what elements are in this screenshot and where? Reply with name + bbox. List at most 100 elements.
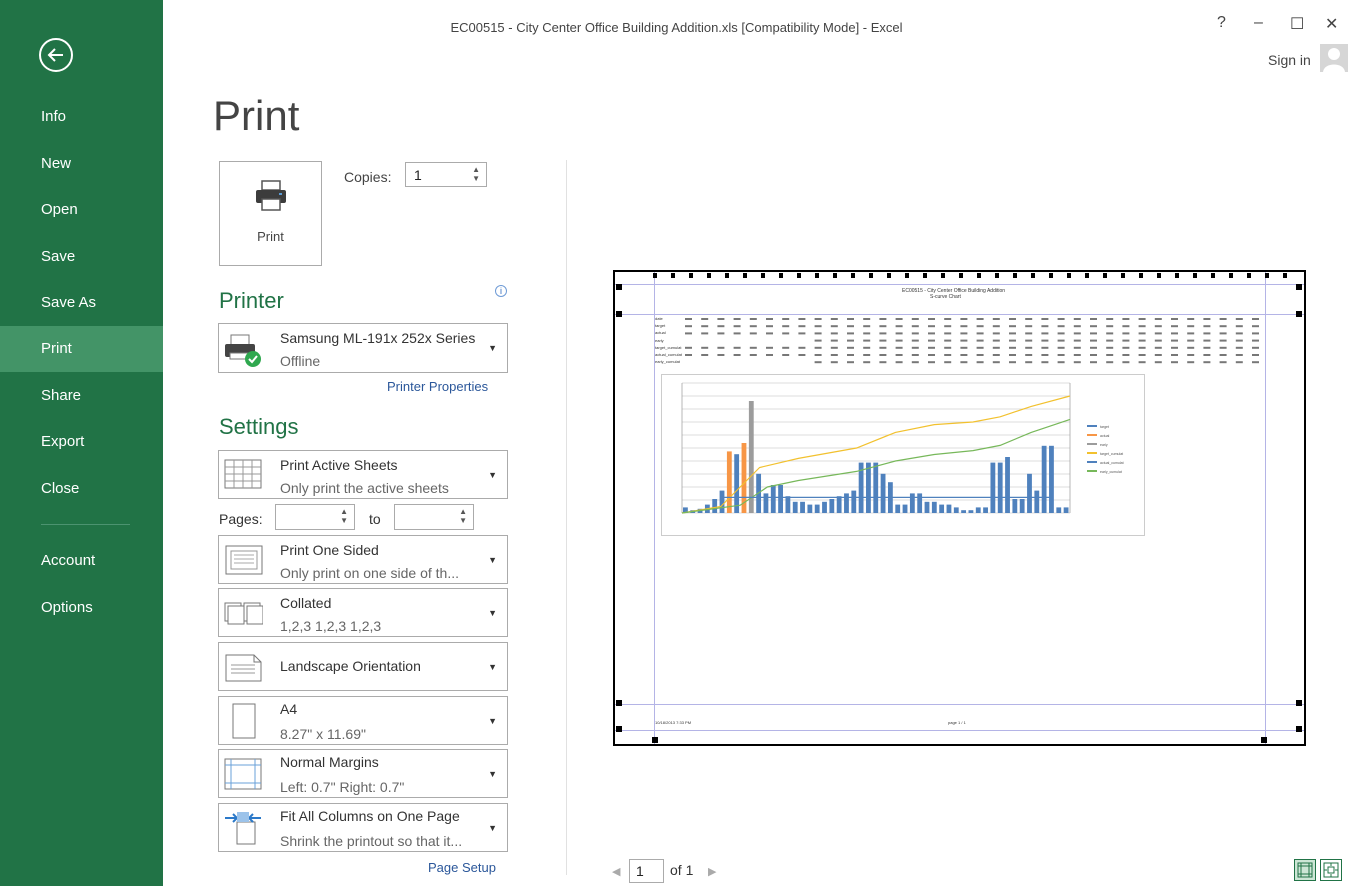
table-cell bbox=[928, 361, 935, 364]
spin-arrows-icon[interactable]: ▲ ▼ bbox=[340, 507, 348, 525]
margin-handle[interactable] bbox=[616, 311, 622, 317]
chevron-down-icon: ▼ bbox=[488, 470, 497, 480]
column-handle[interactable] bbox=[1085, 273, 1089, 278]
margin-handle[interactable] bbox=[1261, 737, 1267, 743]
column-handle[interactable] bbox=[1121, 273, 1125, 278]
margins-dropdown[interactable]: Normal Margins Left: 0.7" Right: 0.7" ▼ bbox=[218, 749, 508, 798]
scaling-dropdown[interactable]: Fit All Columns on One Page Shrink the p… bbox=[218, 803, 508, 852]
nav-account[interactable]: Account bbox=[0, 538, 163, 584]
setting-subtitle: 1,2,3 1,2,3 1,2,3 bbox=[280, 618, 382, 634]
column-handle[interactable] bbox=[1157, 273, 1161, 278]
prev-page-icon[interactable]: ◀ bbox=[612, 865, 620, 878]
margin-handle[interactable] bbox=[1296, 284, 1302, 290]
copies-stepper[interactable]: 1 ▲ ▼ bbox=[405, 162, 487, 187]
printer-properties-link[interactable]: Printer Properties bbox=[387, 379, 488, 394]
column-handle[interactable] bbox=[779, 273, 783, 278]
column-handle[interactable] bbox=[1175, 273, 1179, 278]
column-handle[interactable] bbox=[1211, 273, 1215, 278]
help-button[interactable]: ? bbox=[1217, 14, 1226, 32]
column-handle[interactable] bbox=[941, 273, 945, 278]
nav-open[interactable]: Open bbox=[0, 187, 163, 233]
back-arrow-icon[interactable] bbox=[39, 38, 73, 72]
nav-save-as[interactable]: Save As bbox=[0, 280, 163, 326]
column-handle[interactable] bbox=[1247, 273, 1251, 278]
pages-to-input[interactable]: ▲ ▼ bbox=[394, 504, 474, 530]
page-setup-link[interactable]: Page Setup bbox=[428, 860, 496, 875]
column-handle[interactable] bbox=[851, 273, 855, 278]
print-what-dropdown[interactable]: Print Active Sheets Only print the activ… bbox=[218, 450, 508, 499]
column-handle[interactable] bbox=[1193, 273, 1197, 278]
column-handle[interactable] bbox=[1265, 273, 1269, 278]
show-margins-button[interactable] bbox=[1294, 859, 1316, 881]
margin-handle[interactable] bbox=[616, 700, 622, 706]
column-handle[interactable] bbox=[1031, 273, 1035, 278]
column-handle[interactable] bbox=[743, 273, 747, 278]
column-handle[interactable] bbox=[869, 273, 873, 278]
window-title: EC00515 - City Center Office Building Ad… bbox=[450, 20, 903, 35]
table-cell bbox=[1106, 339, 1114, 342]
margin-handle[interactable] bbox=[1296, 726, 1302, 732]
column-handle[interactable] bbox=[1049, 273, 1053, 278]
avatar-icon[interactable] bbox=[1320, 44, 1348, 72]
column-handle[interactable] bbox=[1229, 273, 1233, 278]
column-handle[interactable] bbox=[1103, 273, 1107, 278]
column-handle[interactable] bbox=[1013, 273, 1017, 278]
zoom-to-page-button[interactable] bbox=[1320, 859, 1342, 881]
sign-in-link[interactable]: Sign in bbox=[1268, 52, 1311, 68]
chart-bar bbox=[946, 504, 952, 513]
close-button[interactable]: ✕ bbox=[1325, 14, 1338, 34]
nav-export[interactable]: Export bbox=[0, 419, 163, 465]
nav-new[interactable]: New bbox=[0, 141, 163, 187]
table-cell bbox=[733, 318, 741, 320]
column-handle[interactable] bbox=[1067, 273, 1071, 278]
margin-handle[interactable] bbox=[616, 726, 622, 732]
nav-share[interactable]: Share bbox=[0, 373, 163, 419]
sides-dropdown[interactable]: Print One Sided Only print on one side o… bbox=[218, 535, 508, 584]
collation-dropdown[interactable]: Collated 1,2,3 1,2,3 1,2,3 ▼ bbox=[218, 588, 508, 637]
nav-save[interactable]: Save bbox=[0, 234, 163, 280]
minimize-button[interactable]: – bbox=[1254, 14, 1263, 32]
next-page-icon[interactable]: ▶ bbox=[708, 865, 716, 878]
column-handle[interactable] bbox=[923, 273, 927, 278]
column-handle[interactable] bbox=[1139, 273, 1143, 278]
column-handle[interactable] bbox=[815, 273, 819, 278]
column-handle[interactable] bbox=[653, 273, 657, 278]
margin-handle[interactable] bbox=[1296, 311, 1302, 317]
table-cell bbox=[976, 318, 984, 320]
print-button[interactable]: Print bbox=[219, 161, 322, 266]
column-handle[interactable] bbox=[671, 273, 675, 278]
column-handle[interactable] bbox=[689, 273, 693, 278]
column-handle[interactable] bbox=[797, 273, 801, 278]
nav-print[interactable]: Print bbox=[0, 326, 163, 372]
setting-title: Collated bbox=[280, 595, 332, 611]
page-number-input[interactable]: 1 bbox=[629, 859, 664, 883]
column-handle[interactable] bbox=[995, 273, 999, 278]
printer-dropdown[interactable]: Samsung ML-191x 252x Series Offline ▼ bbox=[218, 323, 508, 373]
margin-handle[interactable] bbox=[652, 737, 658, 743]
nav-close[interactable]: Close bbox=[0, 466, 163, 512]
paper-size-dropdown[interactable]: A4 8.27" x 11.69" ▼ bbox=[218, 696, 508, 745]
pages-from-input[interactable]: ▲ ▼ bbox=[275, 504, 355, 530]
spin-arrows-icon[interactable]: ▲ ▼ bbox=[459, 507, 467, 525]
column-handle[interactable] bbox=[761, 273, 765, 278]
column-handle[interactable] bbox=[905, 273, 909, 278]
orientation-dropdown[interactable]: Landscape Orientation ▼ bbox=[218, 642, 508, 691]
column-handle[interactable] bbox=[833, 273, 837, 278]
margin-handle[interactable] bbox=[1296, 700, 1302, 706]
column-handle[interactable] bbox=[1283, 273, 1287, 278]
nav-info[interactable]: Info bbox=[0, 94, 163, 140]
maximize-button[interactable]: ☐ bbox=[1290, 14, 1304, 34]
column-handle[interactable] bbox=[725, 273, 729, 278]
nav-options[interactable]: Options bbox=[0, 585, 163, 631]
table-cell bbox=[1187, 325, 1195, 328]
table-cell bbox=[1106, 318, 1114, 320]
info-icon[interactable]: i bbox=[495, 285, 507, 297]
table-cell bbox=[863, 339, 871, 342]
column-handle[interactable] bbox=[959, 273, 963, 278]
margin-handle[interactable] bbox=[616, 284, 622, 290]
column-handle[interactable] bbox=[977, 273, 981, 278]
spin-arrows-icon[interactable]: ▲ ▼ bbox=[472, 165, 480, 183]
column-handle[interactable] bbox=[887, 273, 891, 278]
column-handle[interactable] bbox=[707, 273, 711, 278]
chart-bar bbox=[734, 454, 740, 513]
